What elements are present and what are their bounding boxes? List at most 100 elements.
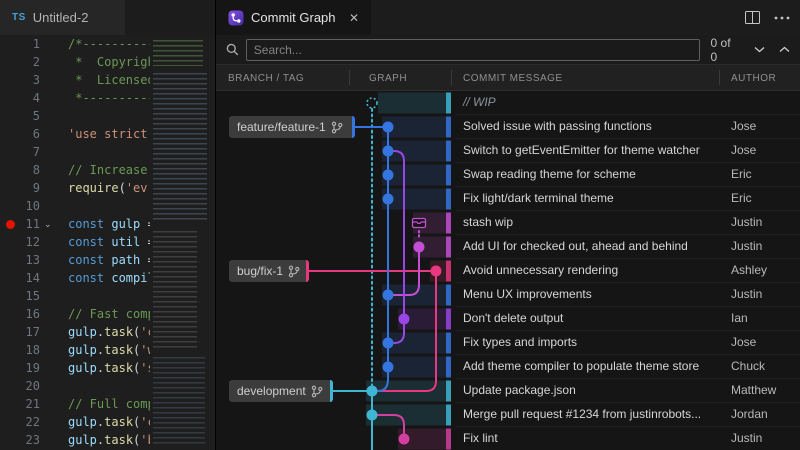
branch-color-bar — [352, 116, 355, 138]
stash-icon[interactable] — [413, 219, 426, 228]
breakpoint-icon[interactable] — [6, 220, 15, 229]
commit-row[interactable]: Fix types and importsJose — [456, 331, 800, 355]
column-header-author[interactable]: AUTHOR — [731, 65, 776, 92]
column-divider — [349, 70, 350, 85]
line-number: 7 — [0, 143, 40, 161]
code-line: // Fast compil — [68, 305, 150, 323]
commit-dot[interactable] — [383, 338, 394, 349]
line-number: 23 — [0, 431, 40, 449]
branch-name: bug/fix-1 — [237, 264, 283, 278]
tab-commit-graph[interactable]: Commit Graph ✕ — [216, 0, 371, 35]
branch-name: feature/feature-1 — [237, 120, 326, 134]
typescript-file-icon: TS — [12, 12, 26, 23]
code-line: const compilati — [68, 269, 150, 287]
commit-row[interactable]: // WIP — [456, 91, 800, 115]
commit-message: Menu UX improvements — [463, 283, 592, 306]
commit-row[interactable]: Switch to getEventEmitter for theme watc… — [456, 139, 800, 163]
commit-row[interactable]: Update package.jsonMatthew — [456, 379, 800, 403]
commit-message: stash wip — [463, 211, 513, 234]
commit-dot[interactable] — [383, 362, 394, 373]
commit-dot[interactable] — [383, 170, 394, 181]
commit-row[interactable]: Add UI for checked out, ahead and behind… — [456, 235, 800, 259]
branch-label-development[interactable]: development — [229, 380, 333, 402]
search-previous-icon[interactable] — [779, 46, 790, 53]
row-edge-strip — [446, 141, 451, 162]
commit-message: Fix light/dark terminal theme — [463, 187, 614, 210]
minimap-content — [153, 357, 205, 447]
fold-chevron-icon[interactable]: ⌄ — [44, 215, 52, 233]
commit-message: Swap reading theme for scheme — [463, 163, 636, 186]
line-number: 2 — [0, 53, 40, 71]
code-editor[interactable]: 1234567891011⌄121314151617181920212223 /… — [0, 35, 215, 450]
commit-author: Jordan — [731, 403, 768, 426]
line-number: 22 — [0, 413, 40, 431]
line-number: 18 — [0, 341, 40, 359]
commit-row[interactable]: Don't delete outputIan — [456, 307, 800, 331]
commit-dot[interactable] — [383, 122, 394, 133]
commit-author: Justin — [731, 427, 762, 450]
wip-node[interactable] — [367, 98, 377, 108]
commit-author: Chuck — [731, 355, 765, 378]
commit-row[interactable]: Fix lintJustin — [456, 427, 800, 450]
more-actions-icon[interactable] — [774, 16, 790, 20]
commit-message: Merge pull request #1234 from justinrobo… — [463, 403, 701, 426]
commit-dot[interactable] — [399, 314, 410, 325]
row-edge-strip — [446, 429, 451, 450]
column-header-graph[interactable]: GRAPH — [369, 65, 407, 92]
minimap[interactable] — [150, 35, 212, 450]
branch-label-bug/fix-1[interactable]: bug/fix-1 — [229, 260, 309, 282]
commit-dot[interactable] — [431, 266, 442, 277]
code-line — [68, 377, 150, 395]
commit-row[interactable]: Avoid unnecessary renderingAshley — [456, 259, 800, 283]
code-line: const gulp = req — [68, 215, 150, 233]
commit-dot[interactable] — [383, 146, 394, 157]
commit-message: Solved issue with passing functions — [463, 115, 652, 138]
search-next-icon[interactable] — [754, 46, 765, 53]
editor-group-right: Commit Graph ✕ 0 of 0 — [215, 0, 800, 450]
commit-row[interactable]: Menu UX improvementsJustin — [456, 283, 800, 307]
row-edge-strip — [446, 189, 451, 210]
row-edge-strip — [446, 357, 451, 378]
column-header-branch-tag[interactable]: BRANCH / TAG — [228, 65, 304, 92]
column-divider — [451, 70, 452, 85]
commit-row[interactable]: Swap reading theme for scheme Eric — [456, 163, 800, 187]
commit-message: Fix types and imports — [463, 331, 577, 354]
commit-row[interactable]: Add theme compiler to populate theme sto… — [456, 355, 800, 379]
code-line: gulp.task('w — [68, 341, 150, 359]
commit-author: Matthew — [731, 379, 776, 402]
commit-author: Justin — [731, 211, 762, 234]
code-line: /*------------------ — [68, 35, 150, 53]
commit-dot[interactable] — [414, 242, 425, 253]
line-number: 10 — [0, 197, 40, 215]
commit-row[interactable]: Fix light/dark terminal themeEric — [456, 187, 800, 211]
commit-row[interactable]: stash wip Justin — [456, 211, 800, 235]
commit-author: Jose — [731, 139, 756, 162]
close-icon[interactable]: ✕ — [349, 12, 359, 24]
commit-dot[interactable] — [367, 410, 378, 421]
tab-untitled-2[interactable]: TS Untitled-2 — [0, 0, 125, 35]
commit-dot[interactable] — [399, 434, 410, 445]
row-edge-strip — [446, 237, 451, 258]
code-line — [68, 107, 150, 125]
editor-group-left: TS Untitled-2 1234567891011⌄121314151617… — [0, 0, 215, 450]
search-input[interactable] — [246, 39, 700, 61]
code-line — [68, 287, 150, 305]
commit-dot[interactable] — [383, 194, 394, 205]
commit-author: Eric — [731, 163, 752, 186]
graph-table-body: // WIPSolved issue with passing function… — [216, 91, 800, 450]
line-number: 17 — [0, 323, 40, 341]
commit-dot[interactable] — [367, 386, 378, 397]
code-line: gulp.task('c — [68, 413, 150, 431]
code-line: * Copyright ( — [68, 53, 150, 71]
line-number: 12 — [0, 233, 40, 251]
branch-color-bar — [330, 380, 333, 402]
commit-dot[interactable] — [383, 290, 394, 301]
commit-row[interactable]: Merge pull request #1234 from justinrobo… — [456, 403, 800, 427]
graph-table-header: BRANCH / TAG GRAPH COMMIT MESSAGE AUTHOR — [216, 64, 800, 91]
split-editor-icon[interactable] — [745, 11, 760, 24]
column-header-commit-message[interactable]: COMMIT MESSAGE — [463, 65, 563, 92]
commit-row[interactable]: Solved issue with passing functionsJose — [456, 115, 800, 139]
commit-message: Don't delete output — [463, 307, 563, 330]
branch-label-feature/feature-1[interactable]: feature/feature-1 — [229, 116, 355, 138]
tab-title: Untitled-2 — [33, 10, 89, 25]
